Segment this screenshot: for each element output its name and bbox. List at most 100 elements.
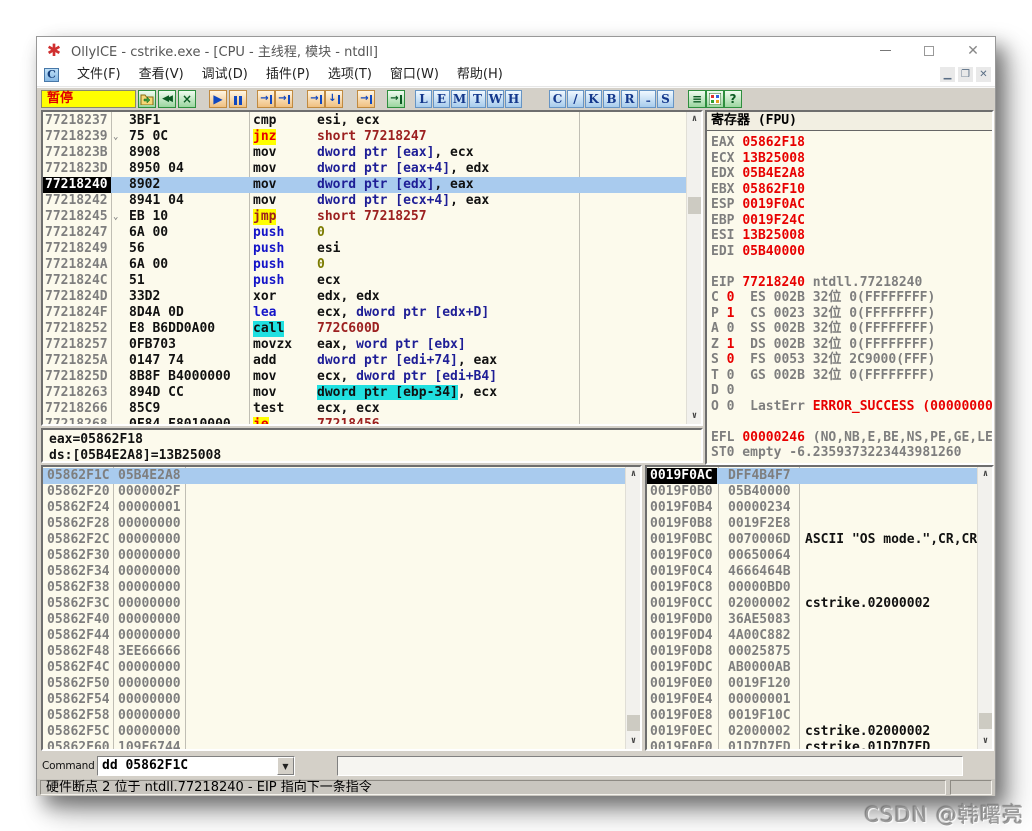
animate-into-button[interactable]: → <box>307 90 325 108</box>
maximize-button[interactable] <box>907 37 951 64</box>
stack-row[interactable]: 0019F0DCAB0000AB <box>647 660 977 676</box>
register-line[interactable]: EFL 00000246 (NO,NB,E,BE,NS,PE,GE,LE <box>711 430 992 446</box>
pause-button[interactable] <box>229 90 247 108</box>
dump-row[interactable]: 05862F5C00000000 <box>43 724 625 740</box>
stack-row[interactable]: 0019F0B80019F2E8 <box>647 516 977 532</box>
registers-pane[interactable]: 寄存器 (FPU) EAX 05862F18ECX 13B25008EDX 05… <box>705 110 994 465</box>
dump-row[interactable]: 05862F3400000000 <box>43 564 625 580</box>
scroll-thumb[interactable] <box>688 197 701 214</box>
menu-H[interactable]: 帮助(H) <box>448 64 512 86</box>
disasm-row[interactable]: 772182373BF1cmpesi, ecx <box>43 113 686 129</box>
menu-P[interactable]: 插件(P) <box>257 64 319 86</box>
register-line[interactable]: ST0 empty -6.2359373223443981260 <box>711 445 992 461</box>
register-line[interactable]: Z 1 DS 002B 32位 0(FFFFFFFF) <box>711 337 992 353</box>
appearance-button[interactable] <box>706 90 724 108</box>
dump-row[interactable]: 05862F5400000000 <box>43 692 625 708</box>
dump-row[interactable]: 05862F200000002F <box>43 484 625 500</box>
dump-scrollbar[interactable]: ∧ ∨ <box>625 467 640 749</box>
stack-row[interactable]: 0019F0D800025875 <box>647 644 977 660</box>
register-line[interactable]: O 0 LastErr ERROR_SUCCESS (00000000 <box>711 399 992 415</box>
menu-V[interactable]: 查看(V) <box>130 64 193 86</box>
dump-row[interactable]: 05862F4000000000 <box>43 612 625 628</box>
mdi-close-button[interactable]: ✕ <box>976 67 991 82</box>
disasm-row[interactable]: 7721824F8D4A 0Dleaecx, dword ptr [edx+D] <box>43 305 686 321</box>
mdi-minimize-button[interactable]: ▁ <box>940 67 955 82</box>
stack-row[interactable]: 0019F0ACDFF4B4F7 <box>647 468 977 484</box>
disasm-row[interactable]: 772182680F84 E8010000je77218456 <box>43 417 686 426</box>
disasm-row[interactable]: 77218263894D CCmovdword ptr [ebp-34], ec… <box>43 385 686 401</box>
register-line[interactable]: P 1 CS 0023 32位 0(FFFFFFFF) <box>711 306 992 322</box>
stack-pane[interactable]: 0019F0ACDFF4B4F70019F0B005B400000019F0B4… <box>645 465 994 751</box>
stack-row[interactable]: 0019F0CC02000002cstrike.02000002 <box>647 596 977 612</box>
restart-button[interactable]: ◀◀ <box>158 90 176 108</box>
step-over-button[interactable]: → <box>275 90 293 108</box>
view-button-M[interactable]: M <box>451 90 468 108</box>
menu-F[interactable]: 文件(F) <box>68 64 130 86</box>
stack-row[interactable]: 0019F0F001D7D7EDcstrike.01D7D7ED <box>647 740 977 751</box>
dump-row[interactable]: 05862F4C00000000 <box>43 660 625 676</box>
stack-scrollbar[interactable]: ∧ ∨ <box>977 467 992 749</box>
dump-row[interactable]: 05862F2400000001 <box>43 500 625 516</box>
stack-row[interactable]: 0019F0BC0070006DASCII "OS mode.",CR,CR <box>647 532 977 548</box>
step-into-button[interactable]: → <box>257 90 275 108</box>
disasm-scrollbar[interactable]: ∧ ∨ <box>686 112 701 424</box>
dump-row[interactable]: 05862F3800000000 <box>43 580 625 596</box>
info-pane[interactable]: eax=05862F18ds:[05B4E2A8]=13B25008 <box>41 428 703 463</box>
stack-row[interactable]: 0019F0C800000BD0 <box>647 580 977 596</box>
register-line[interactable]: C 0 ES 002B 32位 0(FFFFFFFF) <box>711 290 992 306</box>
register-line[interactable]: EDX 05B4E2A8 <box>711 166 992 182</box>
register-line[interactable]: A 0 SS 002B 32位 0(FFFFFFFF) <box>711 321 992 337</box>
view-button-C[interactable]: C <box>549 90 566 108</box>
dropdown-arrow-icon[interactable]: ▼ <box>277 757 294 775</box>
open-file-button[interactable] <box>138 90 156 108</box>
disasm-row[interactable]: 7721825A0147 74adddword ptr [edi+74], ea… <box>43 353 686 369</box>
disasm-row[interactable]: 7721824956pushesi <box>43 241 686 257</box>
view-button-S[interactable]: S <box>657 90 674 108</box>
disasm-row[interactable]: 772182408902movdword ptr [edx], eax <box>43 177 686 193</box>
disasm-row[interactable]: 7721824D33D2xoredx, edx <box>43 289 686 305</box>
stack-row[interactable]: 0019F0B400000234 <box>647 500 977 516</box>
stack-row[interactable]: 0019F0D036AE5083 <box>647 612 977 628</box>
animate-over-button[interactable]: ↓ <box>325 90 343 108</box>
register-line[interactable] <box>711 259 992 275</box>
menu-T[interactable]: 选项(T) <box>319 64 381 86</box>
register-line[interactable]: S 0 FS 0053 32位 2C9000(FFF) <box>711 352 992 368</box>
register-line[interactable]: ESP 0019F0AC <box>711 197 992 213</box>
dump-row[interactable]: 05862F60109F6744 <box>43 740 625 751</box>
register-line[interactable]: ECX 13B25008 <box>711 151 992 167</box>
dump-pane[interactable]: 05862F1C05B4E2A805862F200000002F05862F24… <box>41 465 642 751</box>
mdi-restore-button[interactable]: ❐ <box>958 67 973 82</box>
menu-W[interactable]: 窗口(W) <box>381 64 448 86</box>
disasm-row[interactable]: 77218252E8 B6DD0A00call772C600D <box>43 321 686 337</box>
scroll-up-icon[interactable]: ∧ <box>978 467 993 482</box>
menu-D[interactable]: 调试(D) <box>193 64 257 86</box>
view-button-H[interactable]: H <box>505 90 522 108</box>
dump-row[interactable]: 05862F3000000000 <box>43 548 625 564</box>
scroll-up-icon[interactable]: ∧ <box>626 467 641 482</box>
execute-till-return-button[interactable]: → <box>357 90 375 108</box>
register-line[interactable]: T 0 GS 002B 32位 0(FFFFFFFF) <box>711 368 992 384</box>
dump-row[interactable]: 05862F2C00000000 <box>43 532 625 548</box>
stack-row[interactable]: 0019F0C000650064 <box>647 548 977 564</box>
register-line[interactable] <box>711 414 992 430</box>
disasm-row[interactable]: 7721824C51pushecx <box>43 273 686 289</box>
view-button-more[interactable]: ... <box>639 90 656 108</box>
stack-row[interactable]: 0019F0E400000001 <box>647 692 977 708</box>
scroll-up-icon[interactable]: ∧ <box>687 112 702 127</box>
close-program-button[interactable]: × <box>178 90 196 108</box>
dump-row[interactable]: 05862F2800000000 <box>43 516 625 532</box>
command-aux-field[interactable] <box>337 756 963 776</box>
disasm-row[interactable]: 77218239⌄75 0Cjnzshort 77218247 <box>43 129 686 145</box>
help-button[interactable]: ? <box>724 90 742 108</box>
disasm-row[interactable]: 7721825D8B8F B4000000movecx, dword ptr [… <box>43 369 686 385</box>
go-to-user-code-button[interactable]: → <box>387 90 405 108</box>
register-line[interactable]: EDI 05B40000 <box>711 244 992 260</box>
options-button[interactable]: ≡ <box>688 90 706 108</box>
dump-row[interactable]: 05862F3C00000000 <box>43 596 625 612</box>
stack-row[interactable]: 0019F0C44666464B <box>647 564 977 580</box>
scroll-down-icon[interactable]: ∨ <box>687 409 702 424</box>
register-line[interactable]: D 0 <box>711 383 992 399</box>
register-line[interactable]: EAX 05862F18 <box>711 135 992 151</box>
dump-row[interactable]: 05862F1C05B4E2A8 <box>43 468 625 484</box>
dump-row[interactable]: 05862F483EE66666 <box>43 644 625 660</box>
